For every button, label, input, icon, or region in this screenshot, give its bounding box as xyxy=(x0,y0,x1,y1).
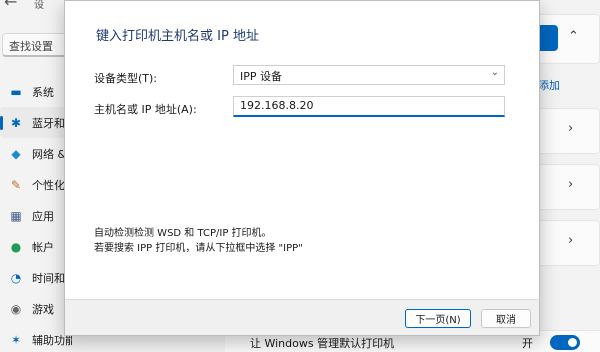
chevron-right-icon: › xyxy=(568,121,574,136)
brush-icon: ✎ xyxy=(10,177,22,192)
sidebar-item-label: 应用 xyxy=(32,209,54,223)
chevron-right-icon: › xyxy=(568,177,574,192)
wifi-icon: ◆ xyxy=(11,146,21,161)
chevron-right-icon: › xyxy=(568,233,574,248)
sidebar-item-label: 个性化 xyxy=(32,178,65,192)
add-manually-link[interactable]: 添加 xyxy=(538,77,560,93)
sidebar-item-network[interactable]: ◆ 网络 & xyxy=(0,138,72,169)
accessibility-icon: ✶ xyxy=(10,332,22,347)
hint-text-line2: 若要搜索 IPP 打印机，请从下拉框中选择 "IPP" xyxy=(94,243,303,254)
dialog-title: 键入打印机主机名或 IP 地址 xyxy=(96,29,259,44)
chevron-down-icon: ⌄ xyxy=(490,67,499,78)
hint-text-line1: 自动检测检测 WSD 和 TCP/IP 打印机。 xyxy=(94,228,272,239)
sidebar-item-label: 系统 xyxy=(32,85,54,99)
apps-icon: ▦ xyxy=(10,208,22,223)
gamepad-icon: ◉ xyxy=(10,301,22,316)
settings-content-edge: ⌃ 添加 › › › xyxy=(538,0,600,352)
sidebar-item-gaming[interactable]: ◉ 游戏 xyxy=(0,293,72,324)
host-address-input[interactable]: 192.168.8.20 xyxy=(233,96,505,117)
device-type-label: 设备类型(T): xyxy=(94,72,158,85)
cancel-button[interactable]: 取消 xyxy=(481,309,531,328)
next-button[interactable]: 下一页(N) xyxy=(405,309,471,328)
back-arrow-icon[interactable]: ← xyxy=(4,0,17,11)
device-type-value: IPP 设备 xyxy=(240,70,283,83)
sidebar-item-label: 游戏 xyxy=(32,302,54,316)
clock-globe-icon: ◔ xyxy=(10,270,22,285)
add-printer-dialog: 键入打印机主机名或 IP 地址 设备类型(T): IPP 设备 ⌄ 主机名或 I… xyxy=(64,0,540,336)
toggle-state-label: 开 xyxy=(522,337,533,350)
dialog-footer: 下一页(N) 取消 xyxy=(65,299,539,335)
sidebar-item-label: 时间和 xyxy=(32,271,65,285)
sidebar-item-accounts[interactable]: ● 帐户 xyxy=(0,231,72,262)
host-address-label: 主机名或 IP 地址(A): xyxy=(94,103,197,116)
search-placeholder: 查找设置 xyxy=(9,40,53,53)
device-type-select[interactable]: IPP 设备 ⌄ xyxy=(233,65,505,85)
chevron-up-icon[interactable]: ⌃ xyxy=(568,29,579,44)
add-device-button[interactable] xyxy=(538,25,558,51)
settings-titlebar: ← 设 xyxy=(0,0,60,14)
sidebar-item-time-language[interactable]: ◔ 时间和 xyxy=(0,262,72,293)
sidebar-nav: ▬ 系统 ✱ 蓝牙和 ◆ 网络 & ✎ 个性化 ▦ 应用 ● 帐户 ◔ 时间和 … xyxy=(0,76,72,352)
sidebar-item-apps[interactable]: ▦ 应用 xyxy=(0,200,72,231)
monitor-icon: ▬ xyxy=(10,84,22,99)
default-printer-label: 让 Windows 管理默认打印机 xyxy=(250,337,395,350)
sidebar-item-label: 网络 & xyxy=(32,147,67,161)
account-icon: ● xyxy=(10,239,22,254)
sidebar-item-label: 帐户 xyxy=(32,240,54,254)
sidebar-item-label: 蓝牙和 xyxy=(32,116,65,130)
sidebar-item-accessibility[interactable]: ✶ 辅助功能 xyxy=(0,324,72,352)
sidebar-item-personalization[interactable]: ✎ 个性化 xyxy=(0,169,72,200)
host-address-value: 192.168.8.20 xyxy=(240,99,314,112)
default-printer-toggle[interactable] xyxy=(550,335,580,350)
sidebar-item-bluetooth[interactable]: ✱ 蓝牙和 xyxy=(0,107,72,138)
sidebar-item-system[interactable]: ▬ 系统 xyxy=(0,76,72,107)
settings-title: 设 xyxy=(34,0,44,11)
bluetooth-icon: ✱ xyxy=(10,115,22,130)
